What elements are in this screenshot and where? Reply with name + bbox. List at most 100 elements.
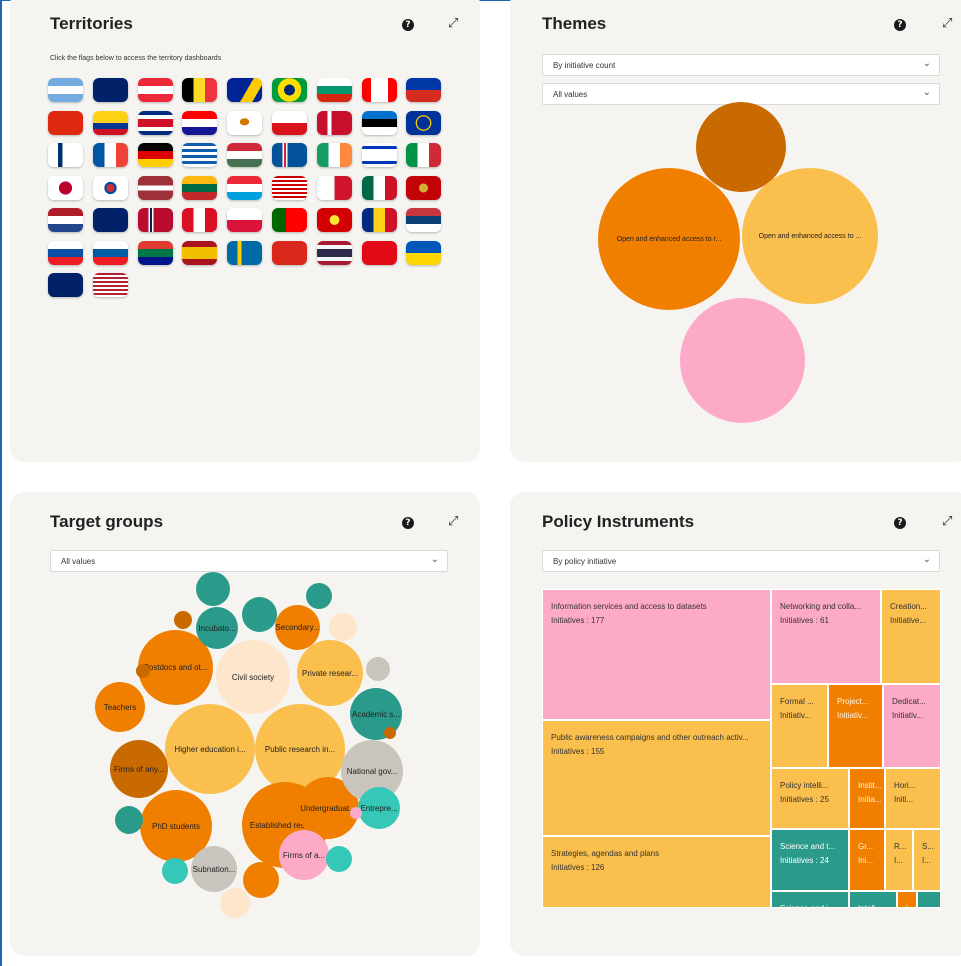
treemap-tile[interactable]: Project... Initiativ...: [828, 684, 883, 768]
treemap-tile[interactable]: R... I...: [885, 829, 913, 891]
flag-thailand[interactable]: [316, 240, 352, 265]
flag-argentina[interactable]: [48, 78, 83, 102]
treemap-tile[interactable]: Networking and colla... Initiatives : 61: [771, 589, 881, 684]
flag-austria[interactable]: [137, 78, 173, 102]
target-group-bubble[interactable]: Private resear...: [297, 640, 363, 706]
flag-malta[interactable]: [316, 175, 352, 200]
target-group-bubble-small[interactable]: [366, 657, 390, 681]
flag-italy[interactable]: [406, 143, 442, 167]
treemap-tile[interactable]: Public awareness campaigns and other out…: [542, 720, 771, 836]
flag-bulgaria[interactable]: [316, 78, 352, 102]
flag-colombia[interactable]: [92, 110, 128, 135]
expand-icon[interactable]: ⤢: [448, 514, 458, 529]
treemap-tile[interactable]: Gr... Ini...: [849, 829, 885, 891]
target-group-bubble-small[interactable]: [174, 611, 192, 629]
target-group-bubble[interactable]: Higher education i...: [165, 704, 255, 794]
flag-costa-rica[interactable]: [137, 110, 173, 135]
target-group-bubble-small[interactable]: [115, 806, 143, 834]
expand-icon[interactable]: ⤢: [942, 16, 952, 31]
flag-israel[interactable]: [361, 143, 397, 167]
flag-slovenia[interactable]: [92, 240, 128, 265]
target-group-bubble[interactable]: Firms of any...: [110, 740, 168, 798]
target-group-bubble-small[interactable]: [350, 807, 362, 819]
flag-germany[interactable]: [137, 143, 173, 167]
expand-icon[interactable]: ⤢: [942, 514, 952, 529]
target-group-bubble[interactable]: Subnation...: [191, 846, 237, 892]
flag-peru[interactable]: [182, 208, 218, 232]
flag-mexico[interactable]: [361, 175, 397, 200]
flag-latvia[interactable]: [137, 175, 173, 200]
flag-ukraine[interactable]: [406, 240, 442, 265]
target-group-bubble-small[interactable]: [220, 888, 250, 918]
treemap-tile[interactable]: Formal ... Initiativ...: [771, 684, 828, 768]
flag-cyprus[interactable]: [227, 110, 263, 135]
target-group-bubble-small[interactable]: [243, 862, 279, 898]
themes-metric-select[interactable]: By initiative count ⌄: [542, 54, 940, 76]
theme-bubble-left[interactable]: Open and enhanced access to r...: [598, 168, 740, 310]
target-group-bubble[interactable]: Civil society: [216, 640, 290, 714]
flag-turkey[interactable]: [361, 240, 397, 265]
flag-croatia[interactable]: [182, 110, 218, 135]
flag-brazil[interactable]: [272, 78, 307, 102]
target-group-bubble[interactable]: Incubato...: [196, 607, 238, 649]
target-group-bubble-small[interactable]: [329, 613, 357, 641]
flag-north-macedonia[interactable]: [316, 208, 352, 232]
flag-poland[interactable]: [227, 208, 263, 232]
flag-belgium[interactable]: [182, 78, 218, 102]
target-group-bubble-small[interactable]: [242, 597, 277, 632]
flag-france[interactable]: [92, 143, 128, 167]
expand-icon[interactable]: ⤢: [448, 16, 458, 31]
treemap-tile[interactable]: Information services and access to datas…: [542, 589, 771, 720]
treemap-tile[interactable]: Strategies, agendas and plans Initiatives…: [542, 836, 771, 908]
flag-canada[interactable]: [361, 78, 397, 102]
flag-chile[interactable]: [406, 78, 442, 102]
target-group-bubble-small[interactable]: [326, 846, 352, 872]
flag-norway[interactable]: [137, 208, 173, 232]
flag-serbia[interactable]: [406, 208, 442, 232]
treemap-tile[interactable]: Intell...: [849, 891, 897, 908]
treemap-tile[interactable]: Instit... Initia...: [849, 768, 885, 829]
theme-bubble-right[interactable]: Open and enhanced access to ...: [742, 168, 878, 304]
treemap-tile[interactable]: Dedicat... Initiativ...: [883, 684, 941, 768]
target-group-bubble[interactable]: Teachers: [95, 682, 145, 732]
flag-netherlands[interactable]: [48, 208, 83, 232]
flag-montenegro[interactable]: [406, 175, 442, 200]
flag-australia[interactable]: [92, 78, 128, 102]
target-group-bubble-small[interactable]: [196, 572, 230, 606]
flag-estonia[interactable]: [361, 110, 397, 135]
flag-iceland[interactable]: [272, 143, 307, 167]
flag-new-zealand[interactable]: [92, 208, 128, 232]
flag-ireland[interactable]: [316, 143, 352, 167]
flag-malaysia[interactable]: [272, 175, 307, 200]
flag-luxembourg[interactable]: [227, 175, 263, 200]
help-icon[interactable]: ?: [402, 517, 414, 529]
target-group-bubble-small[interactable]: [136, 664, 150, 678]
flag-bosnia[interactable]: [227, 78, 263, 102]
treemap-tile[interactable]: Creation... Initiative...: [881, 589, 941, 684]
target-group-bubble-small[interactable]: [306, 583, 332, 609]
target-group-bubble[interactable]: Entrepre...: [358, 787, 400, 829]
flag-japan[interactable]: [48, 175, 83, 200]
flag-usa[interactable]: [92, 273, 128, 297]
help-icon[interactable]: ?: [894, 517, 906, 529]
flag-korea[interactable]: [92, 175, 128, 200]
flag-eu[interactable]: [406, 110, 442, 135]
flag-spain[interactable]: [182, 240, 218, 265]
flag-hungary[interactable]: [227, 143, 263, 167]
flag-lithuania[interactable]: [182, 175, 218, 200]
target-group-bubble[interactable]: Secondary...: [275, 605, 320, 650]
treemap-tile[interactable]: Policy intelli... Initiatives : 25: [771, 768, 849, 829]
flag-sweden[interactable]: [227, 240, 263, 265]
flag-south-africa[interactable]: [137, 240, 173, 265]
flag-denmark[interactable]: [316, 110, 352, 135]
flag-finland[interactable]: [48, 143, 83, 167]
help-icon[interactable]: ?: [402, 19, 414, 31]
target-group-bubble[interactable]: Firms of a...: [279, 830, 329, 880]
treemap-tile[interactable]: -: [917, 891, 941, 908]
treemap-tile[interactable]: Science and t... Initiatives : 24: [771, 829, 849, 891]
target-group-bubble-small[interactable]: [162, 858, 188, 884]
help-icon[interactable]: ?: [894, 19, 906, 31]
policy-instruments-metric-select[interactable]: By policy initiative ⌄: [542, 550, 940, 572]
flag-czechia[interactable]: [272, 110, 307, 135]
target-groups-filter-select[interactable]: All values ⌄: [50, 550, 448, 572]
